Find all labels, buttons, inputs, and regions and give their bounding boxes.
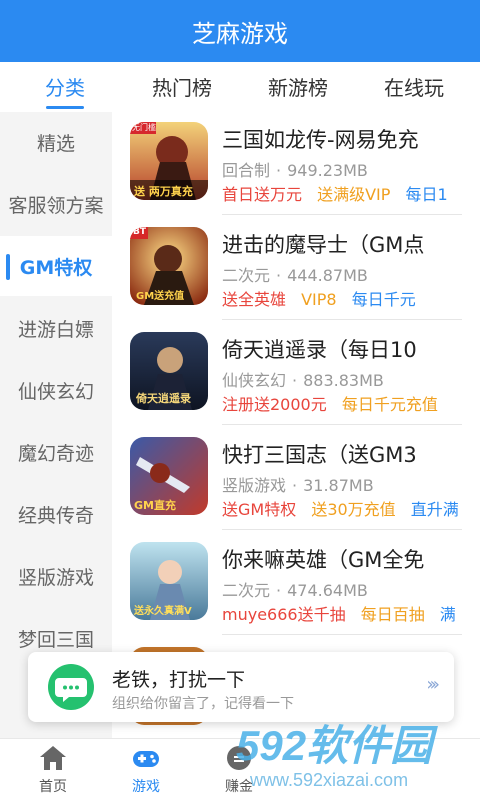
game-title: 你来嘛英雄（GM全免 — [222, 548, 425, 572]
nav-label: 首页 — [39, 779, 67, 795]
game-tag: 每日百抽 — [360, 605, 425, 624]
sidebar-item-featured[interactable]: 精选 — [0, 112, 112, 172]
sidebar-item-classic-legend[interactable]: 经典传奇 — [0, 484, 112, 544]
chat-bubble-icon — [48, 664, 94, 710]
watermark-url: www.592xiazai.com — [250, 770, 409, 790]
game-tag: 送30万充值 — [311, 500, 396, 519]
game-genre: 二次元 — [222, 266, 271, 285]
divider — [222, 424, 462, 425]
game-tag: 直升满 — [410, 500, 459, 519]
tab-new-rank[interactable]: 新游榜 — [243, 72, 353, 101]
app-title: 芝麻游戏 — [192, 19, 288, 48]
tab-hot-rank[interactable]: 热门榜 — [127, 72, 237, 101]
tab-online-play[interactable]: 在线玩 — [359, 72, 469, 101]
game-tag: 每日千元充值 — [341, 395, 438, 414]
game-genre: 回合制 — [222, 161, 271, 180]
watermark-logo: 592软件园 — [236, 722, 433, 769]
game-tag: muye666送千抽 — [222, 605, 346, 624]
game-size: 31.87MB — [303, 476, 374, 495]
active-tab-indicator — [46, 106, 84, 109]
game-item[interactable]: 无门槛 送 两万真充 三国如龙传-网易免充 回合制 · 949.23MB 首日送万元… — [112, 112, 480, 216]
divider — [222, 319, 462, 320]
sidebar-item-support-plan[interactable]: 客服领方案 — [0, 174, 112, 234]
game-tag: VIP8 — [301, 290, 337, 309]
icon-badge-text: GM直充 — [134, 499, 176, 512]
app-header: 芝麻游戏 — [0, 0, 480, 62]
tab-category[interactable]: 分类 — [10, 72, 120, 101]
icon-corner-label: 无门槛 — [132, 123, 156, 132]
home-icon — [38, 743, 68, 773]
game-meta: 仙侠玄幻 · 883.83MB — [222, 371, 384, 390]
icon-badge-text: 送永久真满V — [134, 606, 192, 617]
game-tags: 注册送2000元 每日千元充值 — [222, 391, 480, 415]
divider — [222, 529, 462, 530]
chevron-right-icon: ››› — [426, 674, 439, 695]
icon-badge-text: 送 两万真充 — [134, 185, 193, 198]
game-tags: muye666送千抽 每日百抽 满 — [222, 601, 480, 625]
icon-badge-text: GM送充值 — [136, 291, 185, 302]
nav-label: 游戏 — [132, 779, 160, 795]
sidebar-item-vertical-games[interactable]: 竖版游戏 — [0, 546, 112, 606]
game-size: 444.87MB — [287, 266, 368, 285]
nav-home[interactable]: 首页 — [8, 743, 98, 796]
sidebar-item-xianxia[interactable]: 仙侠玄幻 — [0, 360, 112, 420]
active-category-indicator — [6, 254, 10, 280]
game-title: 快打三国志（送GM3 — [222, 443, 417, 467]
game-icon: 倚天逍遥录 — [130, 332, 208, 410]
game-meta: 二次元 · 444.87MB — [222, 266, 368, 285]
game-tag: 送满级VIP — [317, 185, 391, 204]
game-icon: 送永久真满V — [130, 542, 208, 620]
game-size: 883.83MB — [303, 371, 384, 390]
game-tags: 送GM特权 送30万充值 直升满 — [222, 496, 480, 520]
game-size: 949.23MB — [287, 161, 368, 180]
game-tag: 首日送万元 — [222, 185, 303, 204]
game-title: 三国如龙传-网易免充 — [222, 128, 419, 152]
sidebar-item-free-play[interactable]: 进游白嫖 — [0, 298, 112, 358]
game-tag: 送GM特权 — [222, 500, 297, 519]
notice-subtitle: 组织给你留言了，记得看一下 — [112, 696, 294, 712]
category-sidebar: 精选 客服领方案 GM特权 进游白嫖 仙侠玄幻 魔幻奇迹 经典传奇 竖版游戏 梦… — [0, 112, 112, 738]
game-tag: 每日千元 — [351, 290, 416, 309]
notice-title: 老铁，打扰一下 — [112, 669, 246, 691]
game-icon: 无门槛 送 两万真充 — [130, 122, 208, 200]
game-genre: 竖版游戏 — [222, 476, 287, 495]
divider — [222, 634, 462, 635]
game-meta: 竖版游戏 · 31.87MB — [222, 476, 374, 495]
divider — [222, 214, 462, 215]
game-list: 无门槛 送 两万真充 三国如龙传-网易免充 回合制 · 949.23MB 首日送万元… — [112, 112, 480, 738]
game-item[interactable]: 送永久真满V 你来嘛英雄（GM全免 二次元 · 474.64MB muye666送千… — [112, 532, 480, 636]
game-meta: 二次元 · 474.64MB — [222, 581, 368, 600]
nav-games[interactable]: 游戏 — [101, 743, 191, 796]
game-tag: 送全英雄 — [222, 290, 287, 309]
game-icon: GM直充 — [130, 437, 208, 515]
game-tag: 注册送2000元 — [222, 395, 327, 414]
game-genre: 仙侠玄幻 — [222, 371, 287, 390]
watermark: 592软件园 www.592xiazai.com — [236, 712, 480, 800]
game-icon: BT GM送充值 — [130, 227, 208, 305]
game-meta: 回合制 · 949.23MB — [222, 161, 368, 180]
game-title: 进击的魔导士（GM点 — [222, 233, 425, 257]
game-size: 474.64MB — [287, 581, 368, 600]
game-item[interactable]: GM直充 快打三国志（送GM3 竖版游戏 · 31.87MB 送GM特权 送30万充… — [112, 427, 480, 531]
icon-corner-label: BT — [133, 227, 146, 237]
game-tag: 每日1 — [405, 185, 448, 204]
game-item[interactable]: 倚天逍遥录 倚天逍遥录（每日10 仙侠玄幻 · 883.83MB 注册送2000元 … — [112, 322, 480, 426]
top-tabs: 分类 热门榜 新游榜 在线玩 — [0, 62, 480, 112]
game-tags: 首日送万元 送满级VIP 每日1 — [222, 181, 480, 205]
gamepad-icon — [131, 743, 161, 773]
game-genre: 二次元 — [222, 581, 271, 600]
game-tags: 送全英雄 VIP8 每日千元 — [222, 286, 480, 310]
sidebar-item-gm-privilege[interactable]: GM特权 — [0, 236, 112, 296]
game-item[interactable]: BT GM送充值 进击的魔导士（GM点 二次元 · 444.87MB 送全英雄 VI… — [112, 217, 480, 321]
sidebar-item-fantasy[interactable]: 魔幻奇迹 — [0, 422, 112, 482]
game-title: 倚天逍遥录（每日10 — [222, 338, 417, 362]
game-tag: 满 — [439, 605, 456, 624]
icon-badge-text: 倚天逍遥录 — [136, 392, 191, 405]
